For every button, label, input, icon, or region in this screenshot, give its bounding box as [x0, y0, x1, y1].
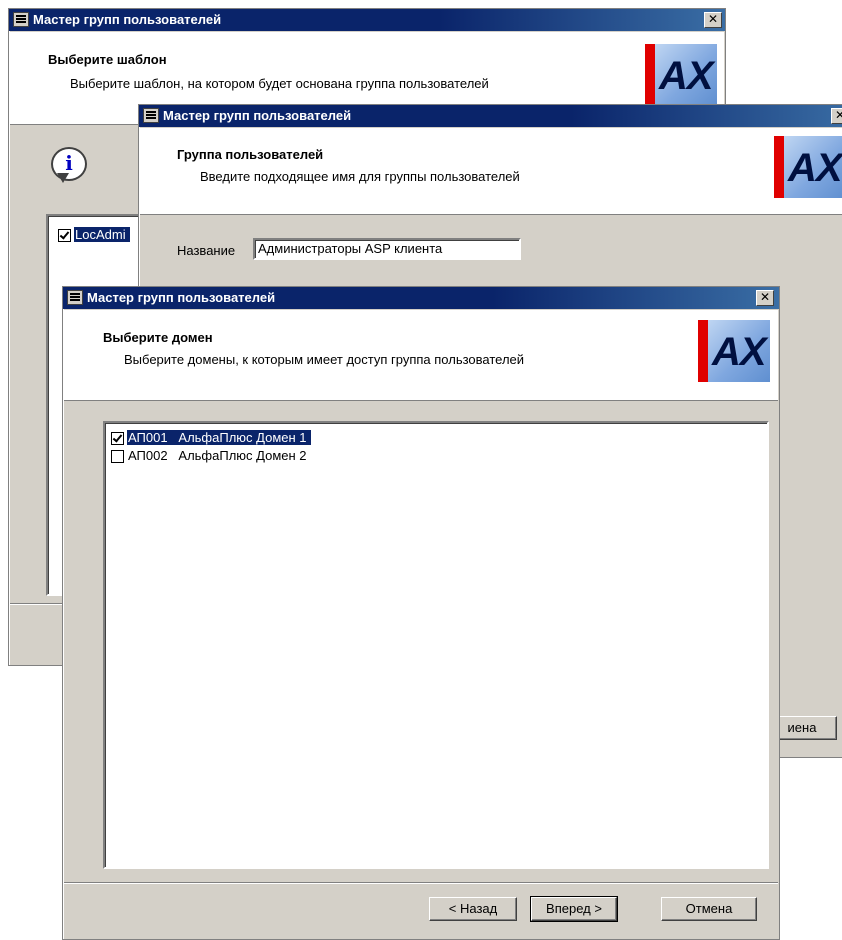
header-subtitle: Выберите домены, к которым имеет доступ … [124, 352, 525, 367]
header-panel: Выберите домен Выберите домены, к которы… [64, 310, 778, 401]
header-subtitle: Введите подходящее имя для группы пользо… [200, 169, 520, 184]
title-bar[interactable]: Мастер групп пользователей ✕ [139, 105, 842, 127]
info-icon: i [51, 147, 87, 183]
app-icon [67, 290, 83, 305]
window-title: Мастер групп пользователей [87, 290, 276, 305]
domain-label: АП001 АльфаПлюс Домен 1 [127, 430, 311, 445]
header-subtitle: Выберите шаблон, на котором будет основа… [70, 76, 489, 91]
cancel-button[interactable]: Отмена [661, 897, 757, 921]
title-bar[interactable]: Мастер групп пользователей ✕ [63, 287, 779, 309]
logo-red-bar [698, 320, 708, 382]
ax-logo: AX [645, 44, 717, 106]
checkbox-icon[interactable] [111, 432, 124, 446]
ax-logo: AX [774, 136, 842, 198]
domain-list[interactable]: АП001 АльфаПлюс Домен 1 АП002 АльфаПлюс … [103, 421, 769, 869]
domain-code: АП001 [128, 430, 168, 445]
close-button[interactable]: ✕ [831, 108, 842, 124]
domain-label: АП002 АльфаПлюс Домен 2 [127, 448, 307, 463]
list-item[interactable]: АП001 АльфаПлюс Домен 1 [111, 429, 311, 446]
title-bar[interactable]: Мастер групп пользователей ✕ [9, 9, 725, 31]
app-icon [13, 12, 29, 27]
logo-text: AX [788, 146, 842, 190]
domain-code: АП002 [128, 448, 168, 463]
domain-name: АльфаПлюс Домен 2 [178, 448, 307, 463]
list-item[interactable]: LocAdmi [58, 226, 130, 243]
list-item[interactable]: АП002 АльфаПлюс Домен 2 [111, 447, 307, 464]
wizard-window-domain: Мастер групп пользователей ✕ Выберите до… [62, 286, 780, 940]
group-name-input[interactable]: Администраторы ASP клиента [253, 238, 521, 260]
header-panel: Группа пользователей Введите подходящее … [140, 128, 842, 215]
list-item-label: LocAdmi [74, 227, 130, 242]
close-button[interactable]: ✕ [756, 290, 774, 306]
back-button[interactable]: < Назад [429, 897, 517, 921]
logo-red-bar [645, 44, 655, 106]
app-icon [143, 108, 159, 123]
logo-text: AX [659, 54, 714, 98]
header-title: Выберите шаблон [48, 52, 167, 67]
checkbox-icon[interactable] [111, 450, 124, 464]
window-title: Мастер групп пользователей [33, 12, 222, 27]
logo-red-bar [774, 136, 784, 198]
ax-logo: AX [698, 320, 770, 382]
logo-text: AX [712, 330, 767, 374]
window-title: Мастер групп пользователей [163, 108, 352, 123]
domain-name: АльфаПлюс Домен 1 [178, 430, 307, 445]
close-button[interactable]: ✕ [704, 12, 722, 28]
header-title: Выберите домен [103, 330, 213, 345]
next-button[interactable]: Вперед > [530, 896, 618, 922]
separator [64, 882, 778, 884]
checkbox-icon[interactable] [58, 229, 71, 243]
name-label: Название [177, 243, 236, 258]
header-title: Группа пользователей [177, 147, 324, 162]
